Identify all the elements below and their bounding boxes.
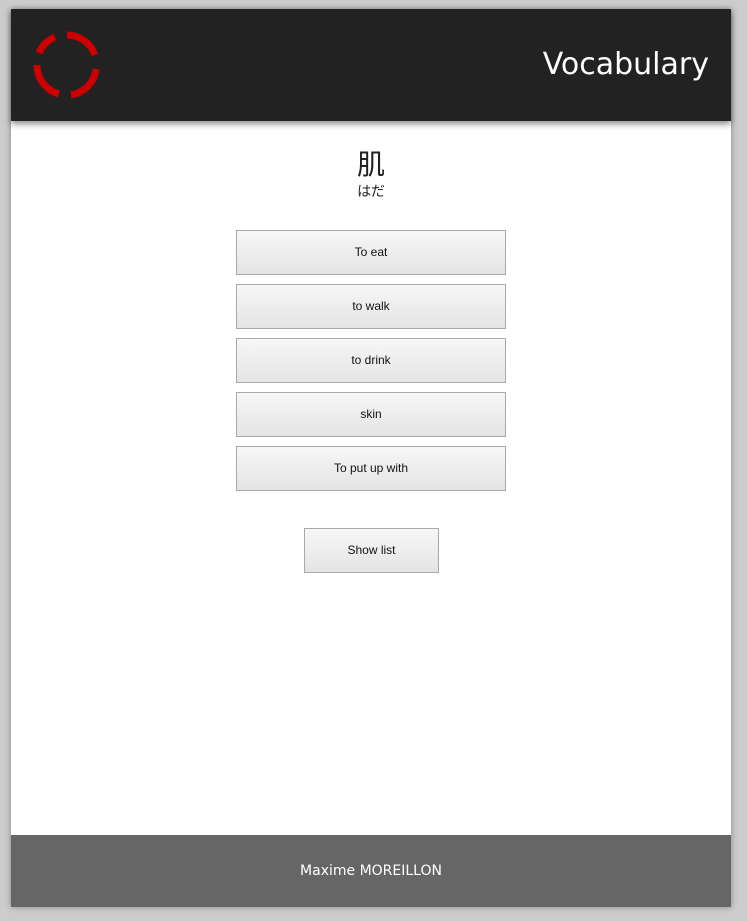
app-footer: Maxime MOREILLON bbox=[11, 835, 731, 907]
answer-button-3[interactable]: to drink bbox=[236, 338, 506, 383]
answer-button-5[interactable]: To put up with bbox=[236, 446, 506, 491]
page-container: Vocabulary 肌 はだ To eat to walk to drink … bbox=[11, 9, 731, 907]
question-kanji: 肌 bbox=[356, 148, 385, 181]
app-header: Vocabulary bbox=[11, 9, 731, 121]
answer-button-4[interactable]: skin bbox=[236, 392, 506, 437]
answer-button-1[interactable]: To eat bbox=[236, 230, 506, 275]
question-reading: はだ bbox=[357, 184, 385, 200]
page-title: Vocabulary bbox=[542, 47, 709, 82]
footer-author: Maxime MOREILLON bbox=[300, 863, 442, 879]
show-list-button[interactable]: Show list bbox=[304, 528, 439, 573]
answer-button-2[interactable]: to walk bbox=[236, 284, 506, 329]
logo-icon[interactable] bbox=[33, 31, 101, 99]
quiz-area: 肌 はだ To eat to walk to drink skin To put… bbox=[11, 121, 731, 835]
